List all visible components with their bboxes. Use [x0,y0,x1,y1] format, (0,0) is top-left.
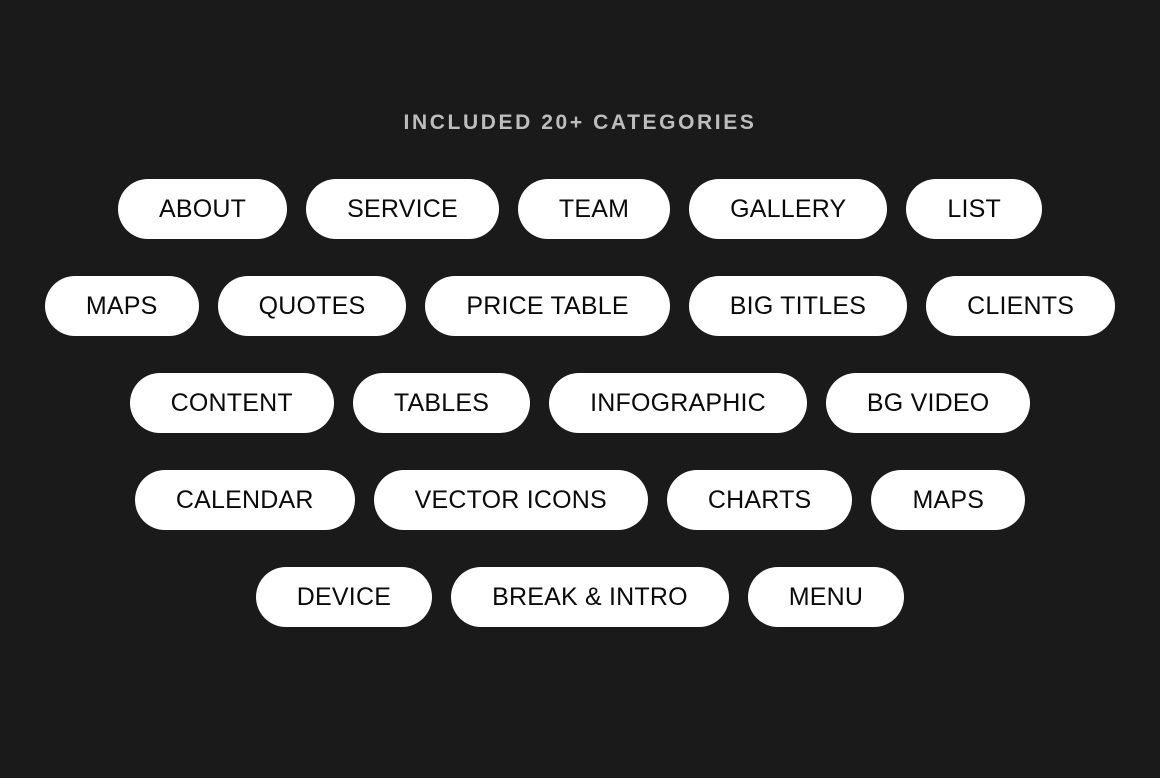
category-pill-service[interactable]: SERVICE [306,179,499,239]
category-pill-label: ABOUT [159,194,247,223]
category-pill-menu[interactable]: MENU [747,567,905,627]
category-pill-maps[interactable]: MAPS [44,276,199,336]
category-pill-clients[interactable]: CLIENTS [926,276,1116,336]
categories-showcase: INCLUDED 20+ CATEGORIES ABOUT SERVICE TE… [0,0,1160,778]
category-pill-device[interactable]: DEVICE [255,567,433,627]
category-pill-tables[interactable]: TABLES [352,373,531,433]
category-pill-label: BG VIDEO [866,388,990,417]
category-pill-label: BREAK & INTRO [492,582,688,611]
category-pill-label: DEVICE [296,582,392,611]
category-pill-label: QUOTES [258,291,366,320]
category-pill-quotes[interactable]: QUOTES [217,276,407,336]
category-pill-maps-2[interactable]: MAPS [871,470,1026,530]
category-pill-label: TEAM [558,194,630,223]
category-pill-list[interactable]: LIST [906,179,1042,239]
category-pill-label: CONTENT [170,388,293,417]
category-pill-label: TABLES [393,388,490,417]
category-pill-label: BIG TITLES [729,291,867,320]
category-pill-team[interactable]: TEAM [517,179,671,239]
category-pill-label: CALENDAR [175,485,314,514]
category-pill-label: CLIENTS [967,291,1075,320]
category-pill-label: MENU [788,582,864,611]
category-row-1: ABOUT SERVICE TEAM GALLERY LIST [0,179,1160,239]
category-pill-label: SERVICE [347,194,458,223]
category-pill-big-titles[interactable]: BIG TITLES [688,276,908,336]
category-pill-label: VECTOR ICONS [414,485,607,514]
category-pill-calendar[interactable]: CALENDAR [134,470,355,530]
category-pill-content[interactable]: CONTENT [129,373,334,433]
category-pill-gallery[interactable]: GALLERY [689,179,888,239]
category-pill-charts[interactable]: CHARTS [666,470,853,530]
category-pill-label: PRICE TABLE [466,291,629,320]
category-pill-label: MAPS [85,291,158,320]
category-pill-about[interactable]: ABOUT [118,179,288,239]
category-pill-bg-video[interactable]: BG VIDEO [825,373,1031,433]
category-row-4: CALENDAR VECTOR ICONS CHARTS MAPS [0,470,1160,530]
category-pill-vector-icons[interactable]: VECTOR ICONS [373,470,648,530]
category-row-5: DEVICE BREAK & INTRO MENU [0,567,1160,627]
category-pill-price-table[interactable]: PRICE TABLE [425,276,670,336]
category-row-2: MAPS QUOTES PRICE TABLE BIG TITLES CLIEN… [0,276,1160,336]
category-pill-label: CHARTS [707,485,812,514]
page-title: INCLUDED 20+ CATEGORIES [403,111,757,134]
category-row-3: CONTENT TABLES INFOGRAPHIC BG VIDEO [0,373,1160,433]
category-pill-infographic[interactable]: INFOGRAPHIC [549,373,807,433]
category-pill-grid: ABOUT SERVICE TEAM GALLERY LIST MAPS QUO… [0,179,1160,627]
category-pill-label: LIST [947,194,1001,223]
category-pill-label: GALLERY [730,194,847,223]
category-pill-break-and-intro[interactable]: BREAK & INTRO [451,567,729,627]
category-pill-label: INFOGRAPHIC [590,388,766,417]
category-pill-label: MAPS [912,485,985,514]
